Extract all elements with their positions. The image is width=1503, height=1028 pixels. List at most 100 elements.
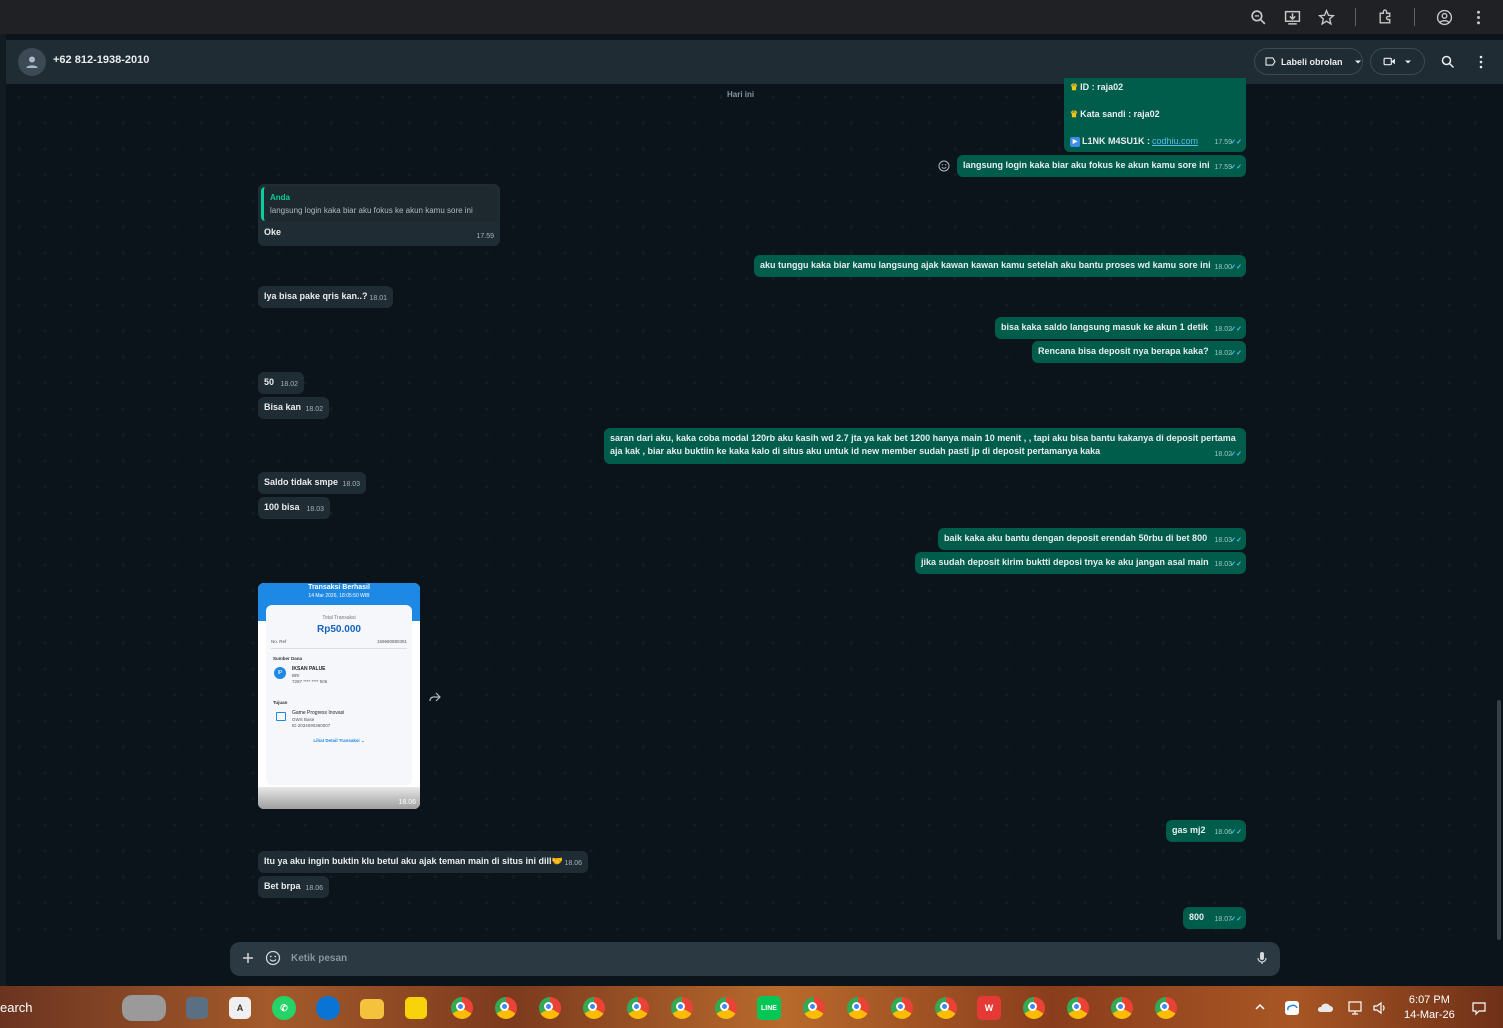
install-app-icon[interactable] (1275, 4, 1309, 30)
message-outgoing[interactable]: langsung login kaka biar aku fokus ke ak… (957, 155, 1246, 177)
chrome-icon[interactable] (715, 997, 737, 1019)
message-outgoing[interactable]: aku tunggu kaka biar kamu langsung ajak … (754, 255, 1246, 277)
font-app-icon[interactable]: A (229, 997, 251, 1019)
file-explorer-icon[interactable] (360, 999, 384, 1019)
network-icon[interactable] (1348, 1000, 1364, 1016)
microphone-icon[interactable] (1254, 950, 1270, 966)
wps-office-icon[interactable]: W (977, 996, 1001, 1020)
react-emoji-icon[interactable] (938, 159, 950, 172)
receipt-detail-link: Lihat Detail Transaksi ⌄ (313, 738, 365, 743)
message-outgoing[interactable]: 800 18.07 ✓✓ (1183, 907, 1246, 929)
message-incoming[interactable]: Bet brpa 18.06 (258, 876, 329, 898)
message-text: Saldo tidak smpe (264, 477, 339, 487)
message-incoming[interactable]: 50 18.02 (258, 372, 304, 394)
chrome-icon[interactable] (671, 997, 693, 1019)
profile-icon[interactable] (1427, 4, 1461, 30)
message-incoming[interactable]: Saldo tidak smpe 18.03 (258, 472, 366, 494)
chrome-icon[interactable] (1111, 997, 1133, 1019)
scrollbar-thumb[interactable] (1497, 700, 1501, 940)
quoted-message[interactable]: Anda langsung login kaka biar aku fokus … (261, 187, 497, 221)
chevron-up-icon[interactable] (1253, 1000, 1269, 1016)
receipt-amount: Rp50.000 (317, 624, 361, 635)
message-time: 18.03 (342, 481, 360, 488)
message-incoming[interactable]: 100 bisa 18.03 (258, 497, 330, 519)
image-message[interactable]: Transaksi Berhasil 14 Mar 2026, 18:05:50… (258, 583, 420, 809)
quote-text: langsung login kaka biar aku fokus ke ak… (270, 206, 473, 215)
menu-kebab-icon[interactable] (1471, 52, 1491, 72)
sticky-notes-icon[interactable] (405, 997, 427, 1019)
sync-app-icon[interactable] (1284, 1000, 1300, 1016)
message-list[interactable] (6, 84, 1496, 942)
volume-icon[interactable] (1372, 1000, 1388, 1016)
label-icon (1265, 57, 1276, 66)
message-text-line: aja kak , biar aku buktiin ke kaka kalo … (610, 446, 1101, 456)
label-chat-button[interactable]: Labeli obrolan (1254, 48, 1363, 75)
chrome-icon[interactable] (627, 997, 649, 1019)
message-incoming[interactable]: Bisa kan 18.02 (258, 397, 329, 419)
receipt-dest-label: Tujuan (273, 700, 288, 705)
extensions-icon[interactable] (1368, 4, 1402, 30)
zoom-icon[interactable] (1241, 4, 1275, 30)
line-app-icon[interactable]: LINE (757, 996, 781, 1020)
sticker-emoji-icon[interactable] (265, 950, 281, 966)
system-clock[interactable]: 6:07 PM 14-Mar-26 (1404, 993, 1455, 1023)
chrome-icon[interactable] (539, 997, 561, 1019)
message-incoming[interactable]: Anda langsung login kaka biar aku fokus … (258, 184, 500, 246)
message-outgoing[interactable]: saran dari aku, kaka coba modal 120rb ak… (604, 428, 1246, 464)
chrome-icon[interactable] (1155, 997, 1177, 1019)
message-time: 18.02 (280, 381, 298, 388)
read-ticks-icon: ✓✓ (1230, 164, 1242, 171)
notification-icon[interactable] (1471, 1000, 1487, 1016)
message-time: 18.06 (398, 799, 416, 806)
crown-emoji-icon: ♛ (1070, 109, 1079, 119)
message-outgoing[interactable]: ♛ ID : raja02 ♛ Kata sandi : raja02 ▶ L1NK … (1064, 78, 1246, 152)
forward-icon[interactable] (428, 690, 442, 702)
label-chat-button-text: Labeli obrolan (1281, 56, 1343, 67)
message-time: 17.59 (476, 233, 494, 240)
message-input[interactable]: Ketik pesan (291, 953, 347, 964)
plus-attach-icon[interactable] (240, 950, 256, 966)
chrome-icon[interactable] (935, 997, 957, 1019)
chevron-down-icon (1354, 60, 1361, 63)
clock-time: 6:07 PM (1408, 994, 1450, 1006)
message-composer: Ketik pesan (230, 942, 1280, 976)
edge-icon[interactable] (316, 996, 340, 1020)
search-icon[interactable] (1438, 52, 1458, 72)
chat-header: +62 812-1938-2010 Labeli obrolan (6, 40, 1503, 84)
message-text: 50 (264, 377, 275, 387)
message-outgoing[interactable]: baik kaka aku bantu dengan deposit erend… (938, 528, 1246, 550)
chrome-icon[interactable] (1067, 997, 1089, 1019)
windows-taskbar: earch A ✆ LINE W 6:07 PM 14-Mar-26 (0, 986, 1503, 1028)
avatar[interactable] (18, 48, 46, 76)
message-incoming[interactable]: Iya bisa pake qris kan..? 18.01 (258, 286, 393, 308)
chrome-icon[interactable] (1023, 997, 1045, 1019)
message-link[interactable]: codhiu.com (1152, 135, 1198, 148)
taskbar-search[interactable]: earch (0, 1000, 33, 1015)
message-text: baik kaka aku bantu dengan deposit erend… (944, 533, 1208, 543)
chrome-icon[interactable] (495, 997, 517, 1019)
chrome-icon[interactable] (451, 997, 473, 1019)
onedrive-cloud-icon[interactable] (1316, 1000, 1333, 1016)
contact-name[interactable]: +62 812-1938-2010 (53, 54, 149, 66)
chrome-icon[interactable] (891, 997, 913, 1019)
image-shade (258, 787, 420, 809)
chrome-icon[interactable] (847, 997, 869, 1019)
widgets-icon[interactable] (122, 995, 166, 1021)
chrome-icon[interactable] (583, 997, 605, 1019)
message-outgoing[interactable]: bisa kaka saldo langsung masuk ke akun 1… (995, 317, 1246, 339)
task-view-icon[interactable] (186, 997, 208, 1019)
message-text: jika sudah deposit kirim buktti deposi t… (921, 557, 1209, 567)
video-call-button[interactable] (1370, 48, 1425, 75)
message-incoming[interactable]: Itu ya aku ingin buktin klu betul aku aj… (258, 851, 588, 873)
bookmark-star-icon[interactable] (1309, 4, 1343, 30)
message-outgoing[interactable]: Rencana bisa deposit nya berapa kaka? 18… (1032, 341, 1246, 363)
message-text: Bet brpa (264, 881, 301, 891)
chrome-icon[interactable] (803, 997, 825, 1019)
message-outgoing[interactable]: jika sudah deposit kirim buktti deposi t… (915, 552, 1246, 574)
browser-menu-icon[interactable] (1461, 4, 1495, 30)
message-outgoing[interactable]: gas mj2 18.06 ✓✓ (1166, 820, 1246, 842)
message-text-line: saran dari aku, kaka coba modal 120rb ak… (610, 433, 1236, 443)
whatsapp-icon[interactable]: ✆ (272, 996, 296, 1020)
receipt-dest-name: Game Progress Inovasi (292, 710, 345, 716)
quote-author: Anda (270, 193, 290, 202)
